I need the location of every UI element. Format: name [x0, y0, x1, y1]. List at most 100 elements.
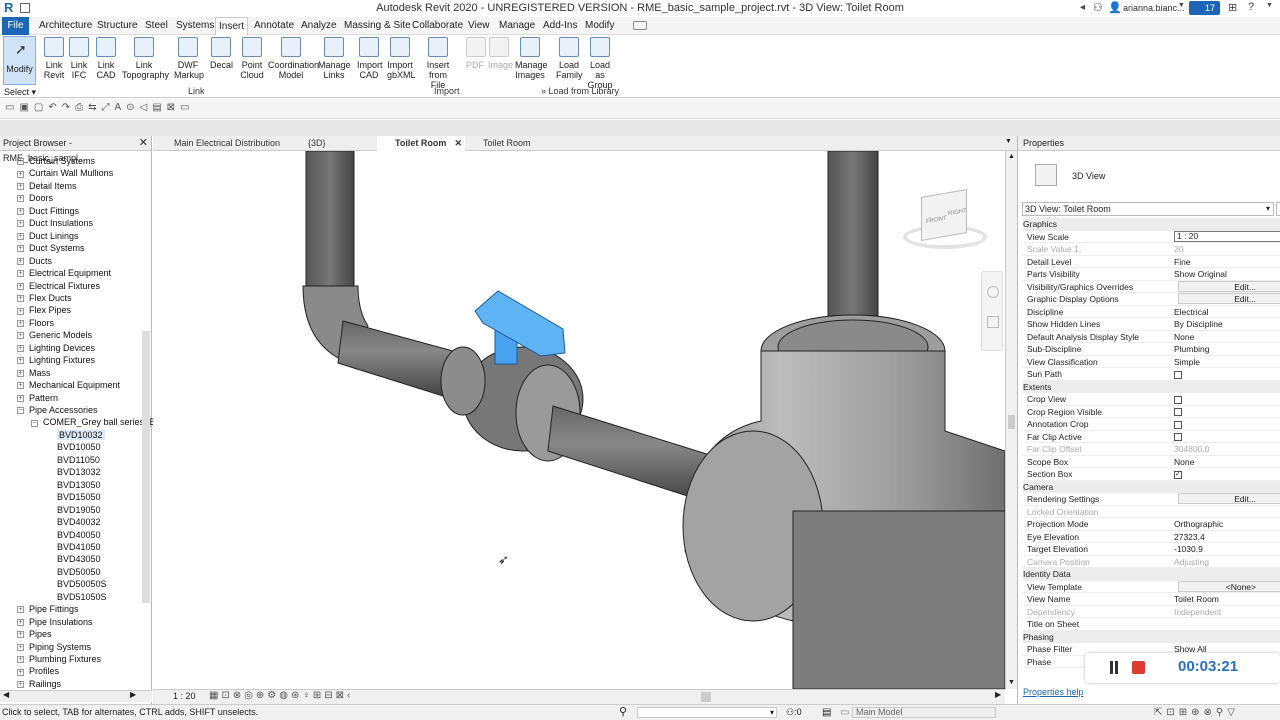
expand-icon[interactable]: + [17, 618, 24, 626]
tree-item[interactable]: + Generic Models [17, 330, 92, 340]
search-arrow-icon[interactable]: ◂ [1080, 2, 1085, 13]
edit-button[interactable]: Edit... [1178, 493, 1280, 504]
view-tab-3d[interactable]: {3D} [290, 136, 326, 151]
properties-help-link[interactable]: Properties help [1023, 687, 1084, 697]
tree-item[interactable]: + Mechanical Equipment [17, 380, 120, 390]
checkbox-unchecked[interactable] [1174, 433, 1182, 442]
edit-button[interactable]: Edit... [1178, 280, 1280, 292]
tree-item[interactable]: + Railings [17, 679, 61, 689]
edit-button[interactable]: <None> [1178, 580, 1280, 592]
zoom-icon[interactable] [987, 316, 999, 328]
tree-item[interactable]: + Detail Items [17, 181, 77, 191]
tab-structure[interactable]: Structure [94, 17, 141, 35]
expand-icon[interactable]: + [17, 319, 24, 327]
user-icon[interactable]: 👤 [1108, 1, 1122, 14]
expand-icon[interactable]: + [17, 631, 24, 639]
property-section[interactable]: Extents [1023, 380, 1280, 393]
tab-systems[interactable]: Systems [173, 17, 217, 35]
tab-list-dropdown-icon[interactable]: ▼ [1005, 138, 1012, 145]
view-tab-toilet-room[interactable]: Toilet Room [465, 136, 531, 151]
manage-images-button[interactable]: Manage Images [515, 37, 548, 80]
qat-icons[interactable]: ▭▣▢↶↷⎙⇆⤢A⊙◁▤⊠▭ [5, 102, 195, 113]
tree-item-type[interactable]: BVD15050 [57, 492, 101, 502]
expand-icon[interactable]: + [17, 357, 24, 365]
expand-icon[interactable]: + [17, 656, 24, 664]
tree-item[interactable]: + Doors [17, 193, 53, 203]
tree-item[interactable]: + Electrical Fixtures [17, 281, 100, 291]
vertical-pipe-right[interactable] [827, 151, 879, 334]
manage-links-button[interactable]: Manage Links [318, 37, 351, 80]
expand-icon[interactable]: + [17, 158, 24, 166]
vertical-pipe-left[interactable] [305, 151, 355, 292]
decal-button[interactable]: Decal [210, 37, 233, 70]
close-icon[interactable]: ✕ [454, 136, 462, 151]
expand-icon[interactable]: + [17, 207, 24, 215]
pause-icon[interactable] [1110, 661, 1118, 674]
tree-item[interactable]: + Flex Ducts [17, 293, 72, 303]
expand-icon[interactable]: + [17, 295, 24, 303]
load-family-button[interactable]: Load Family [556, 37, 583, 80]
expand-icon[interactable]: + [17, 232, 24, 240]
property-value[interactable]: Orthographic [1174, 518, 1223, 530]
tree-item-type[interactable]: BVD51050S [57, 592, 107, 602]
tab-architecture[interactable]: Architecture [36, 17, 95, 35]
checkbox-unchecked[interactable] [1174, 420, 1182, 429]
group-library-label[interactable]: » Load from Library [541, 86, 619, 96]
binoculars-icon[interactable]: ⚇ [1093, 1, 1103, 14]
collapse-icon[interactable]: − [17, 407, 24, 415]
property-checkbox[interactable] [1174, 406, 1182, 418]
image-button[interactable]: Image [488, 37, 513, 70]
tree-item[interactable]: + Lighting Devices [17, 343, 95, 353]
filter-zero[interactable]: ⚇:0 [786, 705, 802, 720]
tab-modify[interactable]: Modify [582, 17, 617, 35]
tree-item-type[interactable]: BVD41050 [57, 542, 101, 552]
dwf-markup-button[interactable]: DWF Markup [174, 37, 204, 80]
tree-item-type[interactable]: BVD50050 [57, 567, 101, 577]
tree-item[interactable]: + Pattern [17, 393, 58, 403]
link-ifc-button[interactable]: Link IFC [68, 37, 90, 80]
ribbon-options-icon[interactable] [633, 21, 647, 30]
expand-icon[interactable]: + [17, 220, 24, 228]
property-value[interactable]: By Discipline [1174, 318, 1223, 330]
main-pipe-lower[interactable] [792, 510, 1005, 689]
expand-icon[interactable]: + [17, 668, 24, 676]
scroll-right-icon[interactable]: ▶ [130, 690, 136, 699]
tab-collaborate[interactable]: Collaborate [409, 17, 466, 35]
viewcube-box[interactable]: FRONT RIGHT [921, 188, 967, 242]
expand-icon[interactable]: + [17, 344, 24, 352]
viewcube[interactable]: FRONT RIGHT [901, 188, 987, 251]
tab-analyze[interactable]: Analyze [298, 17, 340, 35]
worksets-icon[interactable]: ⚲ [619, 705, 627, 720]
tree-item[interactable]: + Flex Pipes [17, 305, 71, 315]
tree-item[interactable]: + Plumbing Fixtures [17, 654, 101, 664]
tree-item[interactable]: + Piping Systems [17, 642, 91, 652]
edit-button[interactable]: Edit... [1178, 293, 1280, 304]
property-section[interactable]: Identity Data [1023, 568, 1280, 581]
tree-item-type[interactable]: BVD10032 [57, 429, 105, 440]
tree-item[interactable]: + Profiles [17, 666, 59, 676]
selection-filter-icons[interactable]: ⇱⊡⊞⊕⊗⚲▽ [1154, 705, 1239, 720]
property-checkbox[interactable]: ✓ [1174, 468, 1182, 480]
expand-icon[interactable]: + [17, 307, 24, 315]
tab-steel[interactable]: Steel [142, 17, 171, 35]
tree-item-type[interactable]: BVD40032 [57, 517, 101, 527]
expand-icon[interactable]: + [17, 382, 24, 390]
tree-item-type[interactable]: BVD19050 [57, 505, 101, 515]
property-value[interactable]: None [1174, 331, 1194, 343]
expand-icon[interactable]: + [17, 643, 24, 651]
property-value[interactable]: Fine [1174, 256, 1191, 268]
tab-annotate[interactable]: Annotate [251, 17, 297, 35]
expand-icon[interactable]: + [17, 369, 24, 377]
property-value[interactable]: Show Original [1174, 268, 1227, 280]
help-dropdown-icon[interactable]: ▼ [1266, 2, 1273, 9]
point-cloud-button[interactable]: Point Cloud [240, 37, 264, 80]
tree-item-type[interactable]: BVD10050 [57, 442, 101, 452]
property-checkbox[interactable] [1174, 431, 1182, 443]
modify-button[interactable]: ➚ Modify [3, 36, 36, 85]
property-value[interactable]: Toilet Room [1174, 593, 1219, 605]
property-value[interactable]: 20 [1174, 243, 1183, 255]
stop-icon[interactable] [1132, 661, 1145, 674]
tab-insert[interactable]: Insert [215, 17, 249, 35]
tab-file[interactable]: File [2, 17, 29, 35]
property-value[interactable]: Simple [1174, 356, 1200, 368]
